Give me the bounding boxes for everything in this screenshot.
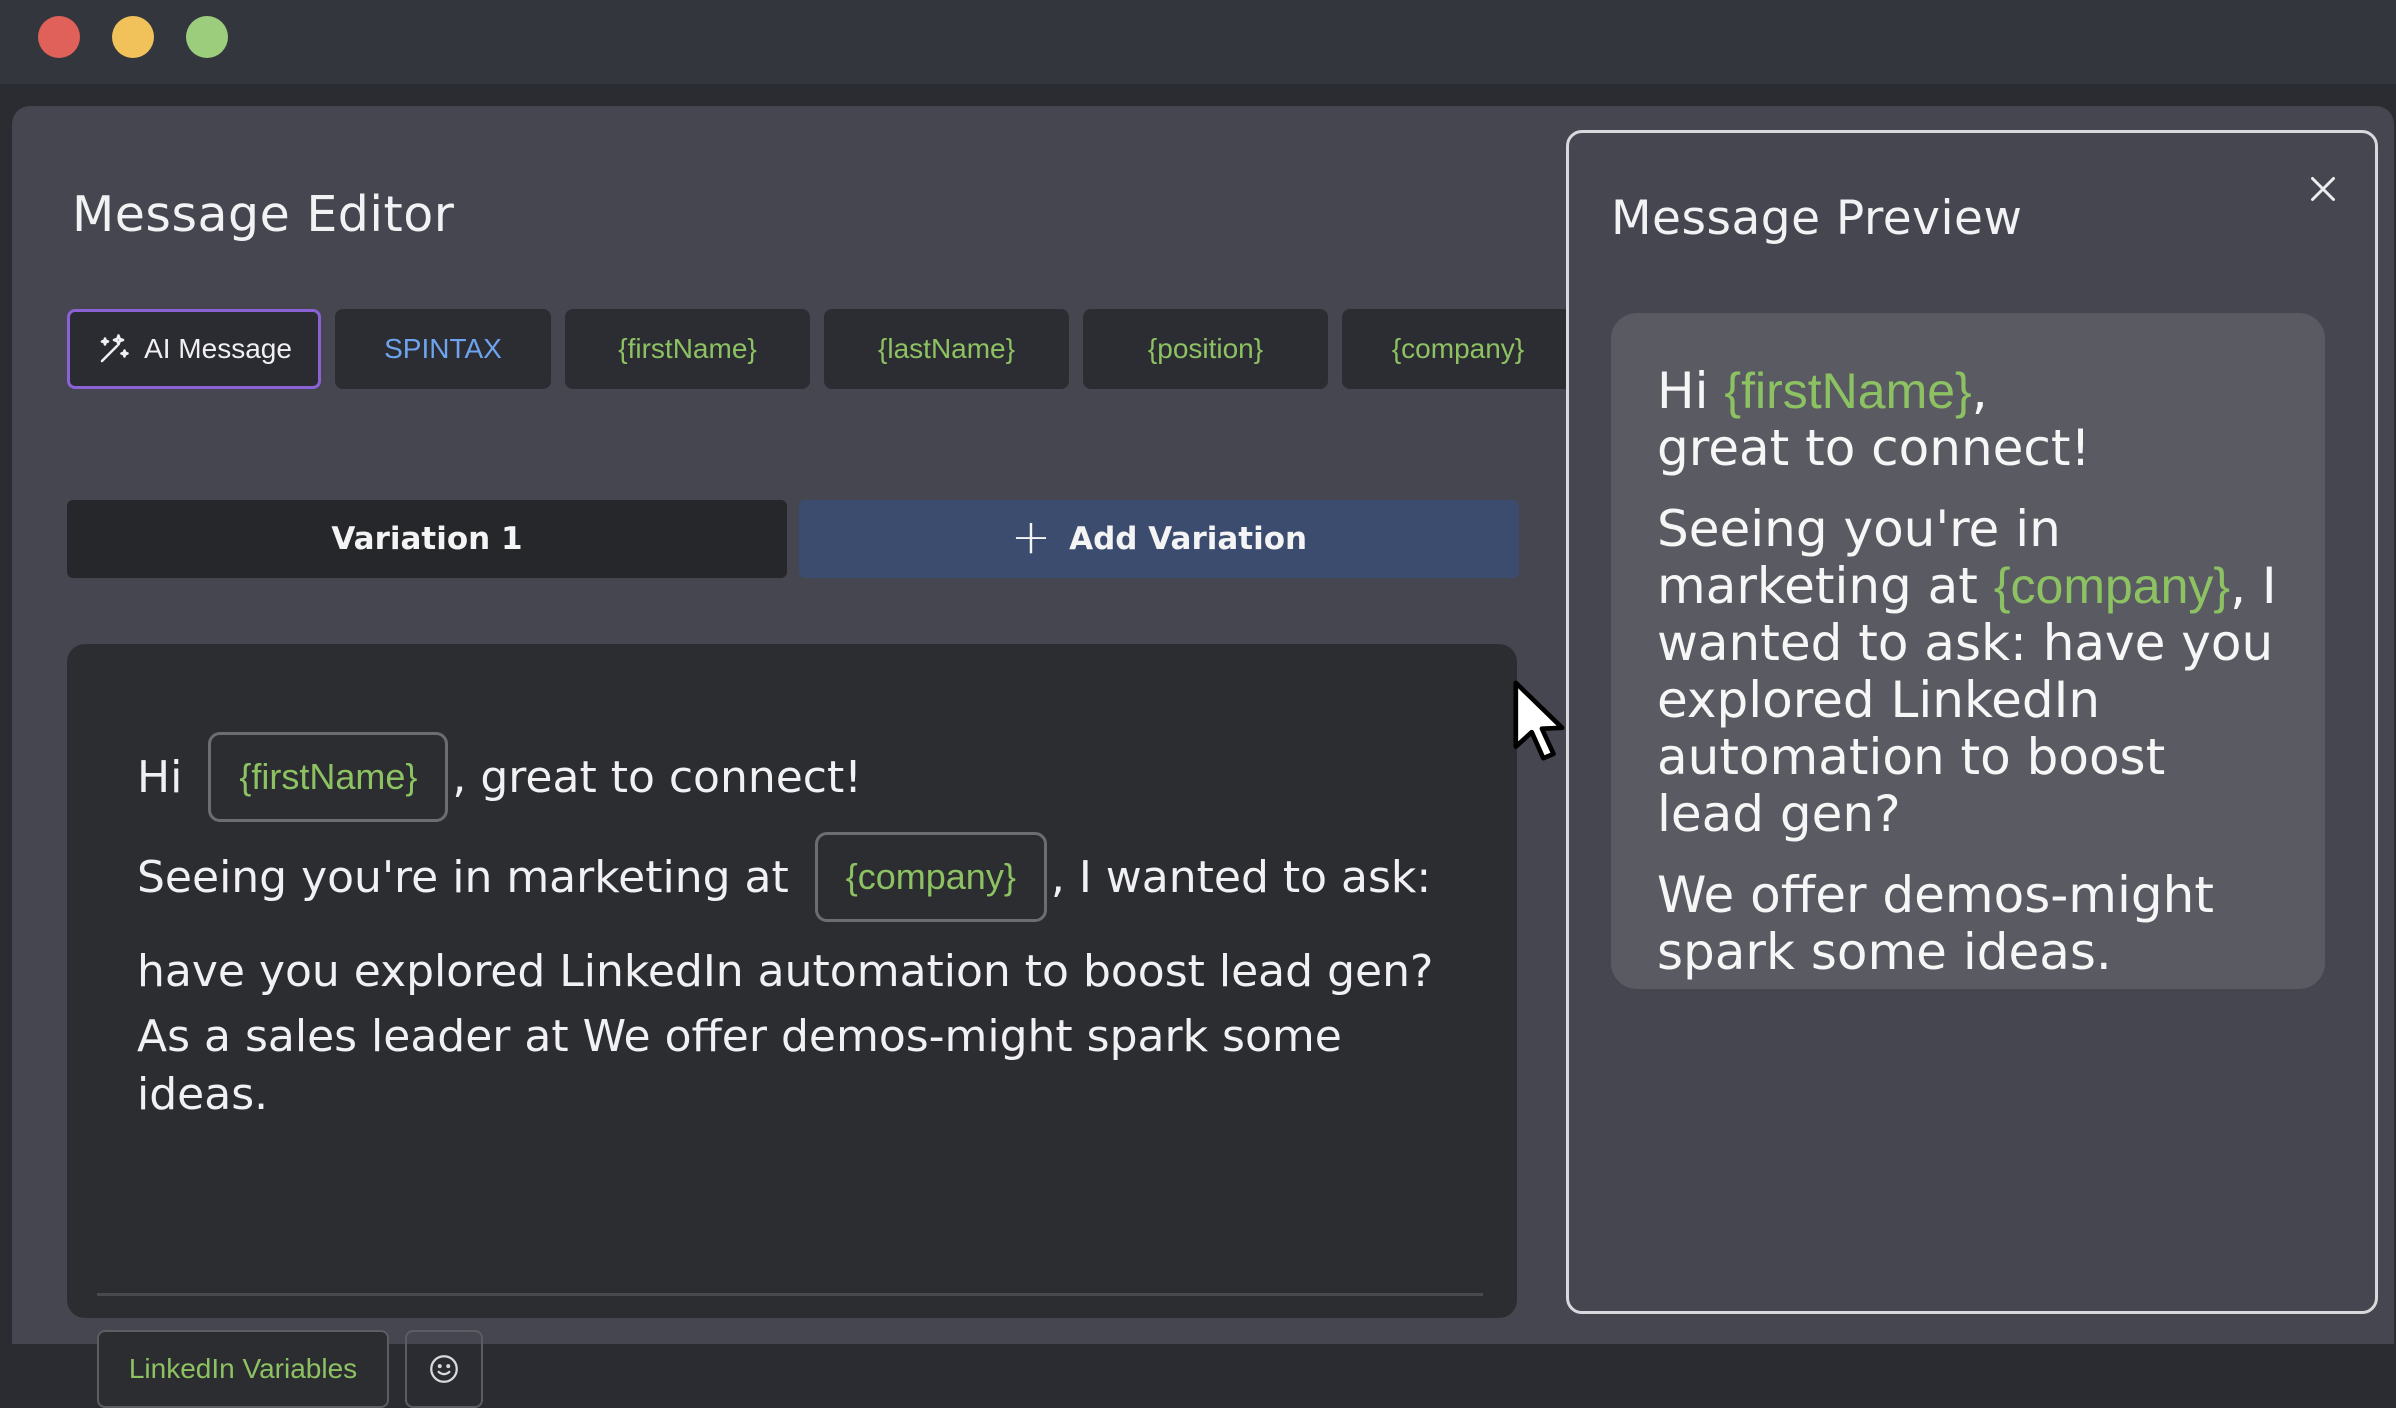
company-chip[interactable]: {company}	[1342, 309, 1574, 389]
preview-text: ,	[1971, 362, 1988, 420]
message-preview-panel: Message Preview Hi {firstName}, great to…	[1566, 130, 2378, 1314]
variation-tabs: Variation 1 + Add Variation	[67, 500, 1519, 578]
position-chip[interactable]: {position}	[1083, 309, 1328, 389]
preview-variable: {company}	[1993, 558, 2231, 614]
preview-text: great to connect!	[1657, 419, 2091, 477]
window-titlebar	[0, 0, 2396, 84]
message-line: As a sales leader at We offer demos-migh…	[137, 1011, 1342, 1120]
window-close-button[interactable]	[38, 16, 80, 58]
editor-title: Message Editor	[72, 186, 455, 243]
company-token[interactable]: {company}	[814, 832, 1047, 922]
ai-message-label: AI Message	[144, 333, 292, 364]
window-minimize-button[interactable]	[112, 16, 154, 58]
window-maximize-button[interactable]	[186, 16, 228, 58]
linkedin-variables-button[interactable]: LinkedIn Variables	[97, 1330, 389, 1408]
ai-message-button[interactable]: AI Message	[67, 309, 321, 389]
preview-text: Hi	[1657, 362, 1709, 420]
preview-message-bubble: Hi {firstName}, great to connect! Seeing…	[1611, 313, 2325, 989]
preview-paragraph: Hi {firstName}, great to connect!	[1657, 363, 2279, 477]
message-line: Hi {firstName} , great to connect!	[137, 732, 862, 822]
message-text: , I wanted to ask:	[1050, 851, 1432, 903]
smiley-icon	[430, 1355, 458, 1383]
close-preview-button[interactable]	[2295, 161, 2351, 217]
message-divider	[97, 1293, 1483, 1296]
emoji-button[interactable]	[405, 1330, 483, 1408]
firstname-token[interactable]: {firstName}	[208, 732, 449, 822]
app-window: Message Editor AI Message SPINTAX {first…	[12, 106, 2394, 1408]
tab-variation-1[interactable]: Variation 1	[67, 500, 787, 578]
add-variation-button[interactable]: + Add Variation	[799, 500, 1519, 578]
message-text: , great to connect!	[452, 751, 862, 803]
message-text: Hi	[137, 751, 183, 803]
message-line: Seeing you're in marketing at {company} …	[137, 832, 1431, 922]
lastname-chip[interactable]: {lastName}	[824, 309, 1069, 389]
mouse-pointer-icon	[1513, 680, 1565, 761]
sparkle-wand-icon	[100, 334, 129, 363]
message-line: have you explored LinkedIn automation to…	[137, 946, 1434, 997]
firstname-chip[interactable]: {firstName}	[565, 309, 810, 389]
preview-paragraph: We offer demos-might spark some ideas.	[1657, 866, 2214, 981]
plus-icon: +	[1010, 509, 1052, 565]
message-toolbar: LinkedIn Variables	[97, 1330, 483, 1408]
variable-chip-bar: AI Message SPINTAX {firstName} {lastName…	[67, 309, 1574, 389]
add-variation-label: Add Variation	[1069, 521, 1308, 557]
preview-title: Message Preview	[1611, 191, 2023, 246]
close-icon	[2311, 177, 2335, 201]
preview-variable: {firstName}	[1724, 363, 1972, 419]
message-text: Seeing you're in marketing at	[137, 851, 789, 903]
preview-paragraph: Seeing you're in marketing at {company},…	[1657, 501, 2279, 843]
message-editor-field[interactable]: Hi {firstName} , great to connect! Seein…	[67, 644, 1517, 1408]
spintax-chip[interactable]: SPINTAX	[335, 309, 551, 389]
